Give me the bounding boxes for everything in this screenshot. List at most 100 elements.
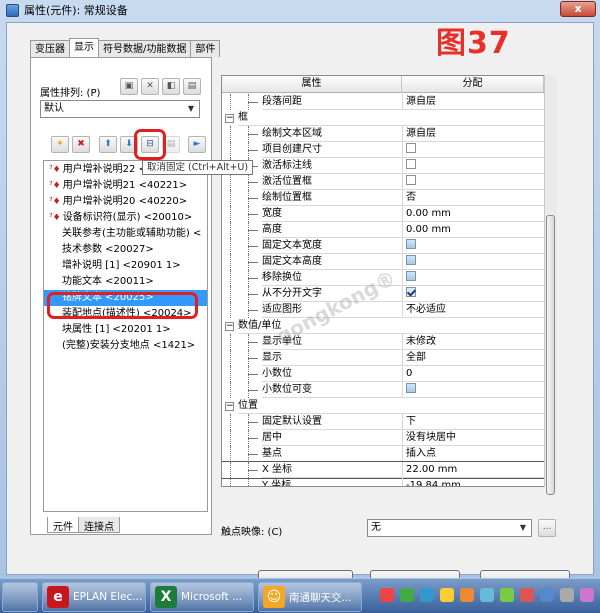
tray-icon-4[interactable] xyxy=(440,588,454,602)
tray-icon-5[interactable] xyxy=(460,588,474,602)
col-property[interactable]: 属性 xyxy=(222,76,402,92)
grid-row[interactable]: 绘制位置框否 xyxy=(222,190,544,206)
close-button[interactable]: x xyxy=(560,1,596,17)
grid-row[interactable]: 高度 0.00 mm xyxy=(222,222,544,238)
tray-icon-8[interactable] xyxy=(520,588,534,602)
grid-row[interactable]: 小数位可变 xyxy=(222,382,544,398)
grid-row[interactable]: 显示单位 未修改 xyxy=(222,334,544,350)
grid-row-value[interactable]: 否 xyxy=(402,190,544,206)
grid-row-value[interactable]: 未修改 xyxy=(402,334,544,350)
tray-icon-9[interactable] xyxy=(540,588,554,602)
checkbox[interactable] xyxy=(406,287,416,297)
delete-icon[interactable]: ✖ xyxy=(72,136,90,153)
grid-row-value[interactable]: 全部 xyxy=(402,350,544,366)
grid-row[interactable]: 绘制文本区域 源自层 xyxy=(222,126,544,142)
collapse-icon[interactable]: − xyxy=(225,322,234,331)
grid-row[interactable]: 段落间距 源自层 xyxy=(222,94,544,110)
grid-row-value[interactable] xyxy=(402,270,544,286)
grid-row[interactable]: 基点 插入点 xyxy=(222,446,544,462)
checkbox[interactable] xyxy=(406,143,416,153)
grid-row-value[interactable] xyxy=(402,382,544,398)
delete-scheme-icon[interactable]: ✕ xyxy=(141,78,159,95)
taskbar-item-eplan[interactable]: e EPLAN Elec... xyxy=(42,582,146,612)
checkbox[interactable] xyxy=(406,159,416,169)
grid-group-row[interactable]: − 框 xyxy=(222,110,544,126)
tab-symbol-data[interactable]: 符号数据/功能数据 xyxy=(98,40,192,57)
checkbox[interactable] xyxy=(406,271,416,281)
grid-row[interactable]: X 坐标 22.00 mm xyxy=(222,461,545,479)
grid-group-row[interactable]: − 位置 xyxy=(222,398,544,414)
grid-row[interactable]: 固定文本宽度 xyxy=(222,238,544,254)
export-icon[interactable]: ▤ xyxy=(183,78,201,95)
grid-row[interactable]: 激活位置框 xyxy=(222,174,544,190)
grid-row-value[interactable]: 0 xyxy=(402,366,544,382)
grid-row[interactable]: Y 坐标 -19.84 mm xyxy=(222,478,544,486)
grid-row-value[interactable]: 没有块居中 xyxy=(402,430,544,446)
tray-icon-3[interactable] xyxy=(420,588,434,602)
tray-icon-7[interactable] xyxy=(500,588,514,602)
grid-row-value[interactable]: 源自层 xyxy=(402,126,544,142)
grid-row-value[interactable]: -19.84 mm xyxy=(402,478,544,486)
grid-group-row[interactable]: − 数值/单位 xyxy=(222,318,544,334)
tree-item[interactable]: 技术参数 <20027> xyxy=(44,242,207,258)
grid-row[interactable]: 宽度 0.00 mm xyxy=(222,206,544,222)
tree-item[interactable]: 关联参考(主功能或辅助功能) < xyxy=(44,226,207,242)
checkbox[interactable] xyxy=(406,175,416,185)
grid-row[interactable]: 项目创建尺寸 xyxy=(222,142,544,158)
tray-icon-10[interactable] xyxy=(560,588,574,602)
tab-parts[interactable]: 部件 xyxy=(190,40,221,57)
tray-icon-11[interactable] xyxy=(580,588,594,602)
import-icon[interactable]: ◧ xyxy=(162,78,180,95)
checkbox[interactable] xyxy=(406,383,416,393)
tree-item[interactable]: 功能文本 <20011> xyxy=(44,274,207,290)
tray-icon-1[interactable] xyxy=(380,588,394,602)
grid-row-value[interactable] xyxy=(402,254,544,270)
new-icon[interactable]: ✶ xyxy=(51,136,69,153)
checkbox[interactable] xyxy=(406,239,416,249)
grid-row-value[interactable] xyxy=(402,286,544,302)
checkbox[interactable] xyxy=(406,255,416,265)
tree-item[interactable]: ⁷♦ 用户增补说明20 <40220> xyxy=(44,194,207,210)
grid-row[interactable]: 移除换位 xyxy=(222,270,544,286)
start-button[interactable] xyxy=(2,582,38,612)
grid-row-value[interactable]: 不必适应 xyxy=(402,302,544,318)
tree-item[interactable]: ⁷♦ 用户增补说明21 <40221> xyxy=(44,178,207,194)
tray-icon-2[interactable] xyxy=(400,588,414,602)
taskbar-item-chat[interactable]: ☺ 南通聊天交... xyxy=(258,582,362,612)
property-grid[interactable]: 属性 分配 段落间距 源自层 − 框绘制文本区域 源自层 项目创建尺寸 激活标注线 激活位置框… xyxy=(221,75,555,487)
tree-item[interactable]: ⁷♦ 设备标识符(显示) <20010> xyxy=(44,210,207,226)
grid-row-value[interactable] xyxy=(402,238,544,254)
collapse-icon[interactable]: − xyxy=(225,114,234,123)
property-tree[interactable]: ⁷♦ 用户增补说明22 <4022 ⁷♦ 用户增补说明21 <40221> ⁷♦ 用户增补… xyxy=(43,160,208,512)
grid-row[interactable]: 固定默认设置下 xyxy=(222,414,544,430)
collapse-icon[interactable]: − xyxy=(225,402,234,411)
grid-row[interactable]: 适应图形 不必适应 xyxy=(222,302,544,318)
tab-connection[interactable]: 连接点 xyxy=(78,517,120,533)
grid-row[interactable]: 固定文本高度 xyxy=(222,254,544,270)
arrange-select[interactable]: 默认 ▼ xyxy=(40,100,200,118)
tree-item[interactable]: 块属性 [1] <20201 1> xyxy=(44,322,207,338)
col-value[interactable]: 分配 xyxy=(402,76,544,92)
grid-row-value[interactable] xyxy=(402,142,544,158)
grid-row-value[interactable]: 0.00 mm xyxy=(402,206,544,222)
grid-row[interactable]: 激活标注线 xyxy=(222,158,544,174)
grid-row-value[interactable] xyxy=(402,158,544,174)
tree-item[interactable]: 增补说明 [1] <20901 1> xyxy=(44,258,207,274)
grid-row-value[interactable]: 源自层 xyxy=(402,94,544,110)
title-bar[interactable]: 属性(元件): 常规设备 xyxy=(0,0,600,20)
move-up-icon[interactable]: ⬆ xyxy=(99,136,117,153)
more-button[interactable]: ... xyxy=(538,519,556,537)
grid-row-value[interactable]: 0.00 mm xyxy=(402,222,544,238)
grid-row-value[interactable] xyxy=(402,174,544,190)
grid-row-value[interactable]: 插入点 xyxy=(402,446,544,462)
tab-transformer[interactable]: 变压器 xyxy=(30,40,70,57)
tab-display[interactable]: 显示 xyxy=(69,38,99,57)
tab-component[interactable]: 元件 xyxy=(47,517,79,533)
trigger-select[interactable]: 无 ▼ xyxy=(367,519,532,537)
tree-item[interactable]: (完整)安装分支地点 <1421> xyxy=(44,338,207,354)
grid-scroll-thumb[interactable] xyxy=(546,215,555,495)
grid-row[interactable]: 显示 全部 xyxy=(222,350,544,366)
save-scheme-icon[interactable]: ▣ xyxy=(120,78,138,95)
grid-row[interactable]: 居中 没有块居中 xyxy=(222,430,544,446)
grid-row[interactable]: 小数位 0 xyxy=(222,366,544,382)
